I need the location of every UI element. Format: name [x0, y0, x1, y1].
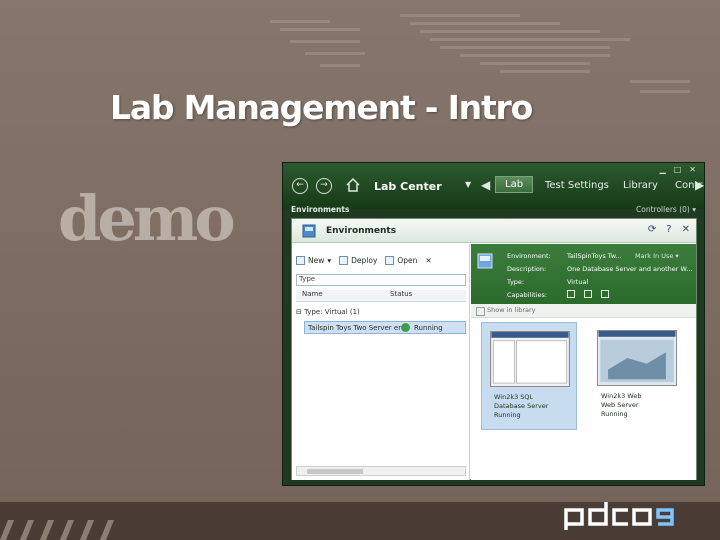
show-in-library-checkbox[interactable]: Show in library: [471, 304, 696, 318]
environment-toolbar: New ▾ Deploy Open ✕: [296, 253, 432, 267]
vm-status: Running: [494, 411, 521, 419]
refresh-icon[interactable]: ⟳: [648, 224, 656, 235]
lab-center-window: ▁ □ ✕ ← → Lab Center ▼ ◀ Lab Test Settin…: [282, 162, 705, 486]
details-header: Environment: TailSpinToys Tw... Mark In …: [471, 244, 696, 304]
vm-thumbnail-web: [597, 330, 677, 386]
group-header[interactable]: ⊟ Type: Virtual (1): [296, 308, 360, 316]
controllers-link[interactable]: Controllers (0) ▾: [636, 205, 696, 214]
environment-detail-icon: [477, 253, 493, 269]
mark-in-use-button[interactable]: Mark In Use ▾: [635, 252, 679, 260]
environment-value: TailSpinToys Tw...: [567, 252, 622, 260]
vm-role: Web Server: [601, 401, 639, 409]
column-status[interactable]: Status: [384, 290, 454, 301]
capabilities-label: Capabilities:: [507, 291, 548, 299]
pdc09-logo: pdc09: [564, 502, 674, 530]
slide-title: Lab Management - Intro: [110, 88, 533, 127]
demo-label: demo: [58, 182, 236, 255]
delete-icon[interactable]: ✕: [425, 256, 431, 265]
panel-title: Environments: [326, 226, 397, 236]
tab-lab[interactable]: Lab: [495, 176, 534, 193]
deploy-label: Deploy: [351, 255, 378, 265]
new-label: New: [308, 255, 325, 265]
snapshot-icon: [567, 290, 575, 298]
horizontal-scrollbar[interactable]: [296, 466, 466, 476]
deploy-button[interactable]: Deploy: [339, 255, 378, 265]
window-chrome: ▁ □ ✕ ← → Lab Center ▼ ◀ Lab Test Settin…: [283, 163, 704, 214]
panel-header-actions: ⟳ ? ✕: [648, 224, 690, 235]
footer-stripes: [0, 520, 114, 540]
vm-name: Win2k3 Web: [601, 392, 642, 400]
type-label: Type:: [507, 278, 525, 286]
environment-name: Tailspin Toys Two Server env: [308, 323, 401, 332]
new-icon: [296, 255, 305, 265]
tab-library[interactable]: Library: [623, 180, 658, 191]
group-label: Type: Virtual (1): [304, 308, 360, 316]
vm-thumbnail-sql: [490, 331, 570, 387]
help-icon[interactable]: ?: [666, 224, 671, 235]
close-icon[interactable]: ✕: [689, 165, 696, 174]
environment-status: Running: [414, 323, 443, 332]
new-dropdown-icon[interactable]: ▾: [327, 256, 331, 265]
tab-scroll-right-icon[interactable]: ▶: [695, 178, 704, 192]
open-label: Open: [397, 255, 418, 265]
panel-close-icon[interactable]: ✕: [682, 224, 690, 235]
back-icon[interactable]: ←: [292, 178, 308, 194]
maximize-icon[interactable]: □: [674, 165, 682, 174]
settings-icon: [601, 290, 609, 298]
environment-icon: [302, 224, 316, 238]
filter-input[interactable]: Type: [296, 274, 466, 286]
list-column-header: Name Status: [296, 290, 466, 302]
vm-info-sql: Win2k3 SQL Database Server Running: [494, 393, 548, 420]
scrollbar-thumb[interactable]: [307, 469, 363, 474]
network-icon: [584, 290, 592, 298]
vm-name: Win2k3 SQL: [494, 393, 534, 401]
forward-icon[interactable]: →: [316, 178, 332, 194]
description-label: Description:: [507, 265, 547, 273]
capability-icons: [567, 290, 609, 298]
vm-card-sql[interactable]: Win2k3 SQL Database Server Running: [481, 322, 577, 430]
tab-test-settings[interactable]: Test Settings: [545, 180, 609, 191]
home-icon[interactable]: [345, 177, 361, 193]
tab-scroll-left-icon[interactable]: ◀: [481, 178, 490, 192]
minimize-icon[interactable]: ▁: [660, 165, 666, 174]
new-button[interactable]: New ▾: [296, 255, 331, 265]
breadcrumb: Environments: [291, 205, 350, 214]
app-title[interactable]: Lab Center: [374, 180, 442, 193]
vm-role: Database Server: [494, 402, 549, 410]
environments-header: Environments ⟳ ? ✕: [292, 219, 696, 243]
description-value: One Database Server and another W...: [567, 265, 693, 273]
environment-label: Environment:: [507, 252, 551, 260]
environments-panel: Environments ⟳ ? ✕ New ▾ Deploy Open ✕ T…: [291, 218, 697, 480]
environment-list-pane: New ▾ Deploy Open ✕ Type Name Status ⊟ T…: [292, 244, 470, 480]
open-button[interactable]: Open: [385, 255, 418, 265]
vm-status: Running: [601, 410, 628, 418]
vm-info-web: Win2k3 Web Web Server Running: [601, 392, 641, 419]
running-status-icon: [401, 323, 410, 332]
vm-card-web[interactable]: Win2k3 Web Web Server Running: [589, 322, 685, 430]
type-value: Virtual: [567, 278, 589, 286]
app-menu-chevron-icon[interactable]: ▼: [465, 180, 471, 189]
deploy-icon: [339, 255, 349, 265]
environment-details-pane: Environment: TailSpinToys Tw... Mark In …: [471, 244, 696, 480]
table-row[interactable]: Tailspin Toys Two Server env Running: [304, 321, 466, 334]
column-name[interactable]: Name: [296, 290, 384, 301]
window-controls: ▁ □ ✕: [660, 165, 696, 174]
collapse-icon[interactable]: ⊟: [296, 308, 302, 316]
open-icon: [385, 255, 395, 265]
